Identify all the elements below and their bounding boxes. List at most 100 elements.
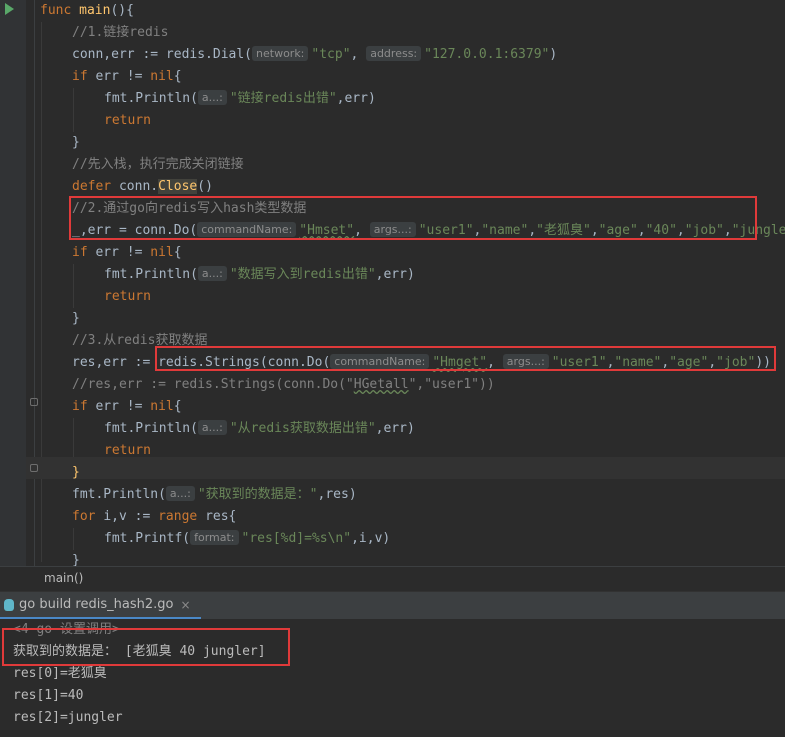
close-icon[interactable]: × [180,598,190,612]
code-token: ,i,v) [351,531,391,546]
code-token: //先入栈，执行完成关闭链接 [72,157,244,172]
code-token: nil [150,69,174,84]
parameter-hint: network: [252,46,309,61]
code-token: ,res) [317,487,357,502]
code-line[interactable]: func main(){ [40,0,134,22]
code-token: } [72,311,80,326]
parameter-hint: a...: [197,90,227,105]
parameter-hint: a...: [197,420,227,435]
code-line[interactable]: if err != nil{ [72,396,182,418]
code-line[interactable]: if err != nil{ [72,66,182,88]
code-token: conn. [118,179,159,194]
code-line[interactable]: } [72,462,80,484]
console-line: res[2]=jungler [13,710,123,725]
code-line[interactable]: } [72,308,80,330]
parameter-hint: a...: [197,266,227,281]
code-token: } [72,465,80,480]
code-token: "链接redis出错" [229,91,337,106]
code-token: ,err) [375,267,415,282]
code-line[interactable]: //先入栈，执行完成关闭链接 [72,154,244,176]
code-line[interactable]: for i,v := range res{ [72,506,236,528]
code-token: return [104,113,151,128]
code-line[interactable]: conn,err := redis.Dial(network: "tcp", ad… [72,44,557,66]
run-icon[interactable] [5,3,14,15]
highlight-box-hmset [69,196,757,240]
code-line[interactable]: return [104,286,151,308]
code-token: ,err) [375,421,415,436]
code-editor[interactable]: func main(){//1.链接redis conn,err := redis… [0,0,785,566]
code-token: { [173,69,182,84]
code-token: main [79,3,111,18]
fold-marker[interactable] [30,464,38,472]
code-line[interactable]: //res,err := redis.Strings(conn.Do("HGet… [72,374,495,396]
indent-guide [41,22,42,562]
highlight-box-output [2,628,290,666]
code-token: "获取到的数据是：" [197,487,318,502]
code-line[interactable]: fmt.Println(a...: "数据写入到redis出错",err) [104,264,415,286]
highlight-box-hmget [155,346,776,371]
code-token: , [350,47,367,62]
code-token: conn,err := redis.Dial( [72,47,253,62]
code-token: defer [72,179,119,194]
code-token: err != [95,245,151,260]
code-token: Close [158,179,198,194]
code-token: //res,err := redis.Strings(conn.Do(" [72,377,354,392]
indent-guide [73,88,74,132]
editor-gutter[interactable] [0,0,26,566]
console-line: res[1]=40 [13,688,84,703]
code-token: nil [150,245,174,260]
code-line[interactable]: //1.链接redis [72,22,168,44]
breadcrumb[interactable]: main() [0,566,785,591]
code-token: ","user1")) [408,377,495,392]
code-token: fmt.Println( [104,267,198,282]
go-gopher-icon [4,598,14,611]
indent-guide [73,264,74,308]
code-line[interactable]: fmt.Println(a...: "链接redis出错",err) [104,88,376,110]
code-line[interactable]: fmt.Println(a...: "获取到的数据是：",res) [72,484,357,506]
code-token: res{ [205,509,237,524]
code-token: } [72,135,80,150]
run-tool-window-tabs: go build redis_hash2.go × [0,591,785,620]
code-token: fmt.Println( [104,91,198,106]
breadcrumb-label[interactable]: main() [44,571,83,585]
code-token: res,err := [72,355,159,370]
code-token: fmt.Println( [104,421,198,436]
code-line[interactable]: fmt.Println(a...: "从redis获取数据出错",err) [104,418,415,440]
code-token: () [197,179,213,194]
code-token: "tcp" [311,47,351,62]
code-token: return [104,289,151,304]
run-console[interactable]: <4 go 设置调用> 获取到的数据是： [老狐臭 40 jungler] re… [0,619,785,737]
parameter-hint: address: [366,46,422,61]
code-token: //1.链接redis [72,25,169,40]
code-line[interactable]: defer conn.Close() [72,176,213,198]
code-token: nil [150,399,174,414]
code-token: "数据写入到redis出错" [229,267,376,282]
code-line[interactable]: } [72,132,80,154]
code-token: "res[%d]=%s\n" [241,531,352,546]
code-token: { [173,245,182,260]
code-token: if [72,399,96,414]
tab-label: go build redis_hash2.go [19,597,174,612]
code-token: for [72,509,104,524]
code-token: return [104,443,151,458]
parameter-hint: a...: [165,486,195,501]
code-token: { [173,399,182,414]
tab-run-config[interactable]: go build redis_hash2.go × [0,592,201,620]
code-token: fmt.Printf( [104,531,191,546]
code-token: fmt.Println( [72,487,166,502]
code-line[interactable]: } [72,550,80,566]
code-token: range [158,509,206,524]
code-token: ) [549,47,558,62]
code-line[interactable]: return [104,440,151,462]
code-token: HGetall [353,377,409,392]
code-token: i,v := [103,509,159,524]
code-line[interactable]: return [104,110,151,132]
code-line[interactable]: if err != nil{ [72,242,182,264]
fold-marker[interactable] [30,398,38,406]
indent-guide [73,418,74,462]
code-token: } [72,553,80,566]
code-token: err != [95,69,151,84]
parameter-hint: format: [190,530,239,545]
code-token: func [40,3,80,18]
code-line[interactable]: fmt.Printf(format: "res[%d]=%s\n",i,v) [104,528,390,550]
